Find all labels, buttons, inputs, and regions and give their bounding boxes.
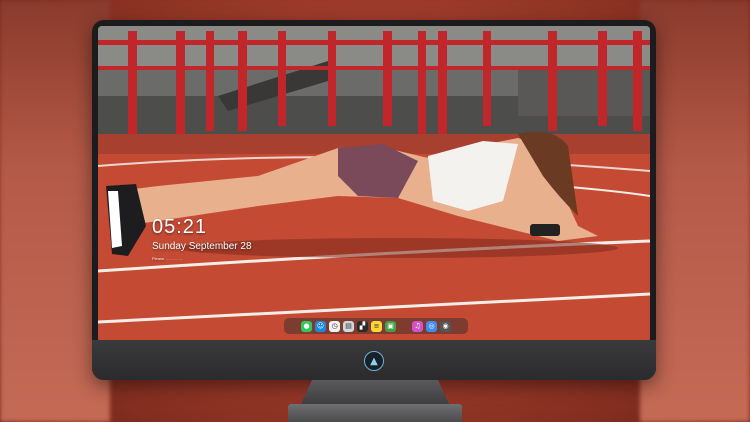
desktop-screen: 05:21 Sunday September 28 Please ... ...… xyxy=(98,26,650,342)
lock-date: Sunday September 28 xyxy=(152,241,252,252)
screenshot-icon[interactable]: ◉ xyxy=(440,320,451,332)
lock-time: 05:21 xyxy=(152,216,208,238)
monitor-stand-neck xyxy=(300,380,450,406)
wallpaper xyxy=(98,26,650,342)
dock: ● ☺ ◷ ▤ ▞ ≡ ▣ ♫ ◎ ◉ xyxy=(284,318,468,334)
preview-icon[interactable]: ▤ xyxy=(343,320,354,332)
itunes-icon[interactable]: ♫ xyxy=(412,320,423,332)
monitor-stand-base xyxy=(288,404,462,422)
messages-icon[interactable]: ● xyxy=(301,320,312,332)
clock-icon[interactable]: ◷ xyxy=(329,320,340,332)
claquette-icon[interactable]: ▞ xyxy=(357,320,368,332)
lock-screen-clock: 05:21 Sunday September 28 Please ... ...… xyxy=(152,216,252,261)
background-blur-right xyxy=(640,0,750,422)
finder-icon[interactable]: ☺ xyxy=(315,320,326,332)
safari-icon[interactable]: ◎ xyxy=(426,320,437,332)
notes-icon[interactable]: ≡ xyxy=(371,320,382,332)
monitor-chin: ▲ xyxy=(92,340,656,380)
photos-icon[interactable]: ▣ xyxy=(385,320,396,332)
lock-tagline: Please ... ... ... ... xyxy=(152,256,183,261)
monitor: 05:21 Sunday September 28 Please ... ...… xyxy=(92,20,656,380)
brand-logo-icon: ▲ xyxy=(364,351,384,371)
